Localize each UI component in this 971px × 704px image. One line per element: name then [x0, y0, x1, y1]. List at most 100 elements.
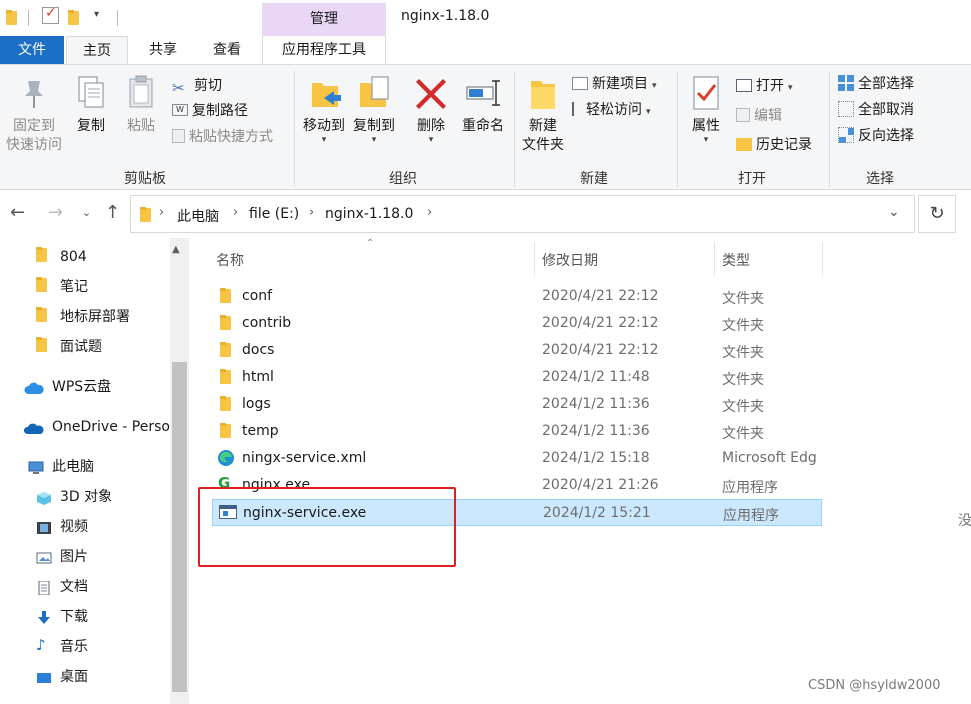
- pin-quick-access-button[interactable]: 固定到 快速访问: [4, 73, 64, 155]
- chevron-right-icon[interactable]: ›: [427, 205, 432, 220]
- delete-icon: [411, 73, 451, 113]
- file-date: 2024/1/2 15:18: [542, 450, 650, 466]
- table-row[interactable]: docs 2020/4/21 22:12 文件夹: [212, 337, 822, 364]
- copy-button[interactable]: 复制: [70, 73, 112, 136]
- up-arrow-icon[interactable]: ↑: [105, 202, 120, 223]
- address-bar[interactable]: › 此电脑 › file (E:) › nginx-1.18.0 › ⌄: [130, 195, 915, 233]
- file-type: Microsoft Edg: [722, 450, 817, 466]
- address-dropdown-icon[interactable]: ⌄: [888, 204, 900, 220]
- breadcrumb-folder[interactable]: nginx-1.18.0: [325, 206, 413, 222]
- column-header-type[interactable]: 类型: [722, 250, 750, 270]
- properties-label: 属性: [692, 118, 720, 134]
- tab-home[interactable]: 主页: [66, 36, 128, 66]
- file-type: 文件夹: [722, 345, 764, 361]
- file-date: 2020/4/21 22:12: [542, 288, 659, 304]
- delete-button[interactable]: 删除 ▾: [410, 73, 452, 145]
- new-item-button[interactable]: 新建项目 ▾: [572, 73, 657, 95]
- refresh-button[interactable]: ↻: [918, 195, 956, 233]
- nav-item-pictures[interactable]: 图片: [36, 544, 88, 570]
- table-row[interactable]: temp 2024/1/2 11:36 文件夹: [212, 418, 822, 445]
- forward-arrow-icon[interactable]: →: [48, 202, 63, 223]
- nav-item-downloads[interactable]: 下载: [36, 604, 88, 630]
- divider[interactable]: [534, 242, 535, 276]
- move-to-button[interactable]: 移动到 ▾: [300, 73, 348, 145]
- nav-item-3d-objects[interactable]: 3D 对象: [36, 484, 112, 510]
- nav-item-documents[interactable]: 文档: [36, 574, 88, 600]
- properties-check-icon[interactable]: ✓: [42, 5, 59, 24]
- nav-item-804[interactable]: 804: [36, 244, 87, 270]
- 3d-objects-icon: [36, 488, 52, 505]
- copy-to-button[interactable]: 复制到 ▾: [350, 73, 398, 145]
- table-row[interactable]: contrib 2020/4/21 22:12 文件夹: [212, 310, 822, 337]
- tab-share[interactable]: 共享: [132, 36, 194, 65]
- select-none-button[interactable]: 全部取消: [838, 99, 914, 121]
- tab-app-tools[interactable]: 应用程序工具: [262, 36, 386, 65]
- folder-icon: [220, 315, 234, 330]
- history-button[interactable]: 历史记录: [736, 134, 812, 156]
- new-item-label: 新建项目: [592, 76, 648, 92]
- edit-label: 编辑: [754, 108, 782, 124]
- nav-item-music[interactable]: ♪ 音乐: [36, 634, 88, 660]
- nav-item-label: 音乐: [60, 639, 88, 655]
- file-date: 2024/1/2 11:48: [542, 369, 650, 385]
- copy-path-label: 复制路径: [192, 103, 248, 119]
- table-row[interactable]: logs 2024/1/2 11:36 文件夹: [212, 391, 822, 418]
- quick-access-dropdown-icon[interactable]: ▾: [94, 9, 99, 20]
- open-button[interactable]: 打开 ▾: [736, 75, 793, 97]
- column-header-date[interactable]: 修改日期: [542, 250, 598, 270]
- easy-access-button[interactable]: 轻松访问 ▾: [572, 99, 651, 121]
- manage-tab[interactable]: 管理: [262, 3, 386, 36]
- properties-button[interactable]: 属性 ▾: [684, 73, 728, 145]
- nav-item-interview[interactable]: 面试题: [36, 334, 102, 360]
- rename-button[interactable]: 重命名: [458, 73, 508, 136]
- divider: [117, 10, 118, 26]
- nav-item-landmark-deploy[interactable]: 地标屏部署: [36, 304, 130, 330]
- cut-button[interactable]: ✂ 剪切: [172, 75, 222, 97]
- history-icon: [736, 137, 752, 151]
- column-header-name[interactable]: 名称: [216, 250, 244, 270]
- open-group-label: 打开: [738, 171, 766, 187]
- tab-file[interactable]: 文件: [0, 36, 64, 65]
- nav-item-videos[interactable]: 视频: [36, 514, 88, 540]
- copy-path-icon: W: [172, 104, 188, 116]
- chevron-right-icon[interactable]: ›: [309, 205, 314, 220]
- back-arrow-icon[interactable]: ←: [10, 202, 25, 223]
- easy-access-label: 轻松访问: [586, 102, 642, 118]
- invert-selection-button[interactable]: 反向选择: [838, 125, 914, 147]
- nav-scrollbar-thumb[interactable]: [172, 362, 187, 692]
- breadcrumb-this-pc[interactable]: 此电脑: [177, 206, 219, 226]
- divider[interactable]: [714, 242, 715, 276]
- nav-item-label: 3D 对象: [60, 489, 113, 505]
- table-row[interactable]: html 2024/1/2 11:48 文件夹: [212, 364, 822, 391]
- table-row[interactable]: conf 2020/4/21 22:12 文件夹: [212, 283, 822, 310]
- chevron-right-icon[interactable]: ›: [233, 205, 238, 220]
- file-type: 文件夹: [722, 426, 764, 442]
- divider[interactable]: [822, 242, 823, 276]
- paste-shortcut-button[interactable]: 粘贴快捷方式: [172, 126, 273, 148]
- tab-view[interactable]: 查看: [196, 36, 258, 65]
- nav-item-label: 视频: [60, 519, 88, 535]
- divider: [677, 71, 678, 187]
- chevron-right-icon[interactable]: ›: [159, 205, 164, 220]
- watermark: CSDN @hsyldw2000: [808, 678, 941, 693]
- scroll-up-arrow-icon[interactable]: ▲: [172, 244, 180, 255]
- nav-item-desktop[interactable]: 桌面: [36, 664, 88, 690]
- nav-item-wps-cloud[interactable]: WPS云盘: [24, 374, 111, 400]
- nav-item-label: 文档: [60, 579, 88, 595]
- folder-icon: [220, 288, 234, 303]
- nav-item-onedrive[interactable]: OneDrive - Perso: [23, 414, 170, 440]
- paste-button[interactable]: 粘贴: [120, 73, 162, 136]
- cut-label: 剪切: [194, 78, 222, 94]
- properties-dropdown-icon: ▾: [703, 135, 709, 145]
- table-row[interactable]: ningx-service.xml 2024/1/2 15:18 Microso…: [212, 445, 822, 472]
- select-all-label: 全部选择: [858, 76, 914, 92]
- breadcrumb-drive[interactable]: file (E:): [249, 206, 299, 222]
- new-folder-button[interactable]: 新建 文件夹: [518, 73, 568, 155]
- nav-item-this-pc[interactable]: 此电脑: [28, 454, 94, 480]
- edit-button[interactable]: 编辑: [736, 105, 782, 127]
- nav-item-notes[interactable]: 笔记: [36, 274, 88, 300]
- copy-path-button[interactable]: W 复制路径: [172, 100, 248, 122]
- select-all-button[interactable]: 全部选择: [838, 73, 914, 95]
- recent-locations-chevron-icon[interactable]: ⌄: [82, 206, 91, 219]
- file-date: 2020/4/21 22:12: [542, 315, 659, 331]
